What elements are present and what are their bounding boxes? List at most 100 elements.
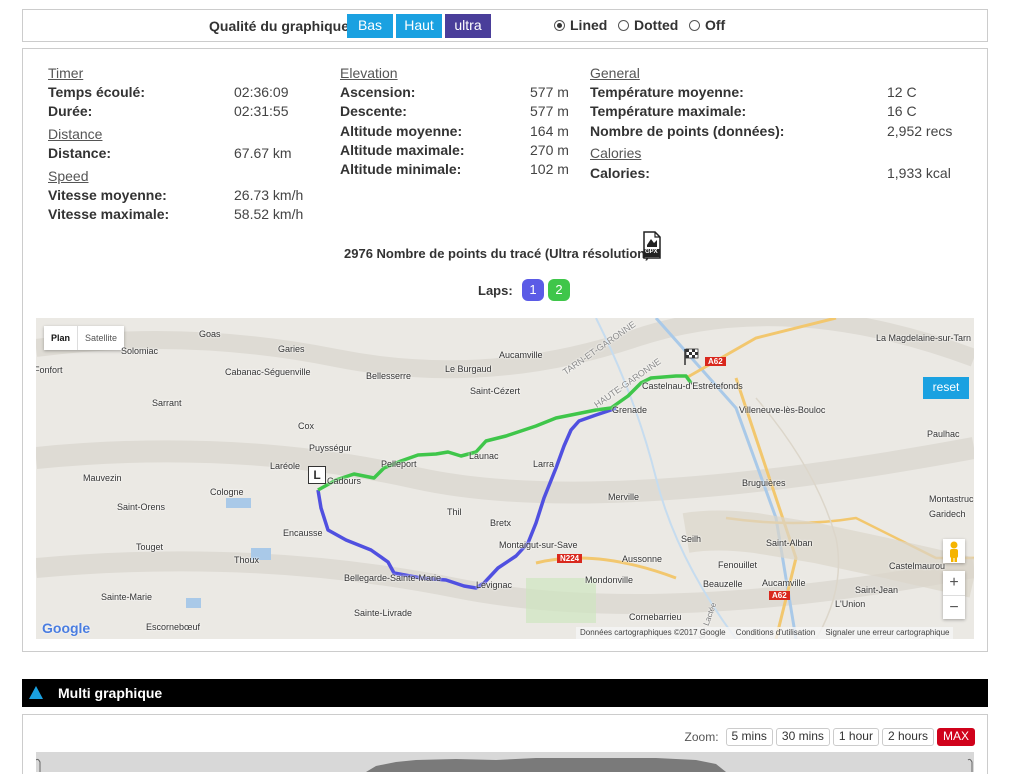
- place-label: Thoux: [234, 555, 260, 565]
- place-label: Bellegarde-Sainte-Marie: [344, 573, 442, 583]
- calories-heading: Calories: [590, 145, 642, 161]
- place-label: Solomiac: [121, 346, 159, 356]
- map-tab-satellite[interactable]: Satellite: [77, 326, 124, 350]
- place-label: Sarrant: [152, 398, 182, 408]
- street-view-pegman-icon[interactable]: [943, 539, 965, 563]
- place-label: Grenade: [612, 405, 648, 415]
- multi-graph-header[interactable]: Multi graphique: [22, 679, 988, 707]
- place-label: Puysségur: [309, 443, 352, 453]
- dotted-label: Dotted: [634, 17, 679, 33]
- place-label: Garies: [278, 344, 305, 354]
- place-label: Bellesserre: [366, 371, 412, 381]
- zoom-1-hour-button[interactable]: 1 hour: [832, 728, 879, 746]
- road-label-a62-south: A62: [769, 591, 790, 600]
- quality-high-button[interactable]: Haut: [396, 14, 442, 38]
- zoom-5-mins-button[interactable]: 5 mins: [725, 728, 773, 746]
- max-temp-value: 16 C: [887, 103, 917, 119]
- place-label: Paulhac: [927, 429, 960, 439]
- map-terms-link[interactable]: Conditions d'utilisation: [732, 628, 819, 637]
- zoom-2-hours-button[interactable]: 2 hours: [881, 728, 934, 746]
- place-label: Montastruc: [929, 494, 974, 504]
- gpx-download-icon[interactable]: GPX: [642, 231, 662, 259]
- speed-heading: Speed: [48, 168, 89, 184]
- timer-heading: Timer: [48, 65, 84, 81]
- points-count-value: 2,952 recs: [887, 123, 953, 139]
- start-marker[interactable]: L: [308, 466, 326, 484]
- place-label: Mondonville: [585, 575, 634, 585]
- map-attribution-bar: Données cartographiques ©2017 Google Con…: [576, 627, 954, 639]
- place-label: Saint-Orens: [117, 502, 166, 512]
- duration-value: 02:31:55: [234, 103, 289, 119]
- place-label: Aucamville: [499, 350, 543, 360]
- multi-graph-title: Multi graphique: [58, 685, 163, 701]
- lap-1-button[interactable]: 1: [522, 279, 544, 301]
- place-label: La Magdelaine-sur-Tarn: [876, 333, 972, 343]
- pegman-icon: [950, 541, 958, 562]
- place-label: Saint-Cézert: [470, 386, 521, 396]
- place-label: Cox: [298, 421, 315, 431]
- radio-icon: [618, 19, 629, 31]
- duration-label: Durée:: [48, 103, 93, 119]
- avg-temp-value: 12 C: [887, 84, 917, 100]
- radio-icon: [689, 19, 700, 31]
- place-label: Mauvezin: [83, 473, 122, 483]
- place-label: Le Burgaud: [445, 364, 492, 374]
- place-label: Cologne: [210, 487, 244, 497]
- place-label: Thil: [447, 507, 462, 517]
- place-label: Saint-Alban: [766, 538, 813, 548]
- place-label: Aucamville: [762, 578, 806, 588]
- map-report-link[interactable]: Signaler une erreur cartographique: [821, 628, 953, 637]
- zoom-max-button[interactable]: MAX: [936, 728, 975, 746]
- collapse-triangle-icon: [29, 686, 43, 699]
- elapsed-time-label: Temps écoulé:: [48, 84, 145, 100]
- ascent-value: 577 m: [530, 84, 569, 100]
- radio-selected-icon: [554, 19, 565, 31]
- avg-altitude-label: Altitude moyenne:: [340, 123, 463, 139]
- distance-label: Distance:: [48, 145, 112, 161]
- zoom-control: + −: [943, 571, 965, 619]
- place-label: Sainte-Marie: [101, 592, 153, 602]
- map-terrain: [36, 318, 974, 639]
- quality-low-button[interactable]: Bas: [347, 14, 393, 38]
- distance-value: 67.67 km: [234, 145, 292, 161]
- google-logo: Google: [42, 620, 91, 636]
- elevation-preview: [36, 752, 974, 772]
- points-count-label: Nombre de points (données):: [590, 123, 785, 139]
- place-label: Aussonne: [622, 554, 663, 564]
- map-data-attribution: Données cartographiques ©2017 Google: [580, 628, 726, 637]
- line-style-off-radio[interactable]: Off: [689, 17, 725, 33]
- zoom-in-button[interactable]: +: [943, 571, 965, 595]
- elevation-heading: Elevation: [340, 65, 398, 81]
- min-altitude-value: 102 m: [530, 161, 569, 177]
- place-label: Goas: [199, 329, 221, 339]
- max-altitude-label: Altitude maximale:: [340, 142, 465, 158]
- descent-value: 577 m: [530, 103, 569, 119]
- place-label: Garidech: [929, 509, 966, 519]
- lap-2-button[interactable]: 2: [548, 279, 570, 301]
- place-label: Beauzelle: [703, 579, 743, 589]
- avg-speed-label: Vitesse moyenne:: [48, 187, 167, 203]
- place-label: Laréole: [270, 461, 301, 471]
- ascent-label: Ascension:: [340, 84, 416, 100]
- place-label: Escornebœuf: [146, 622, 201, 632]
- avg-speed-value: 26.73 km/h: [234, 187, 304, 203]
- map-tab-plan[interactable]: Plan: [44, 326, 77, 350]
- zoom-30-mins-button[interactable]: 30 mins: [775, 728, 830, 746]
- max-altitude-value: 270 m: [530, 142, 569, 158]
- quality-ultra-button[interactable]: ultra: [445, 14, 491, 38]
- place-label: L'Union: [835, 599, 866, 609]
- laps-label: Laps:: [478, 283, 513, 298]
- place-label: Bretx: [490, 518, 512, 528]
- line-style-dotted-radio[interactable]: Dotted: [618, 17, 678, 33]
- place-label: Pelleport: [381, 459, 417, 469]
- road-label-a62: A62: [705, 357, 726, 366]
- zoom-out-button[interactable]: −: [943, 595, 965, 620]
- zoom-label: Zoom:: [684, 730, 719, 744]
- elapsed-time-value: 02:36:09: [234, 84, 289, 100]
- line-style-lined-radio[interactable]: Lined: [554, 17, 607, 33]
- place-label: Cornebarrieu: [629, 612, 682, 622]
- max-speed-value: 58.52 km/h: [234, 206, 304, 222]
- route-map[interactable]: Plan Satellite reset + − L A62 N224 A62 …: [36, 318, 974, 639]
- distance-heading: Distance: [48, 126, 103, 142]
- map-reset-button[interactable]: reset: [923, 377, 969, 399]
